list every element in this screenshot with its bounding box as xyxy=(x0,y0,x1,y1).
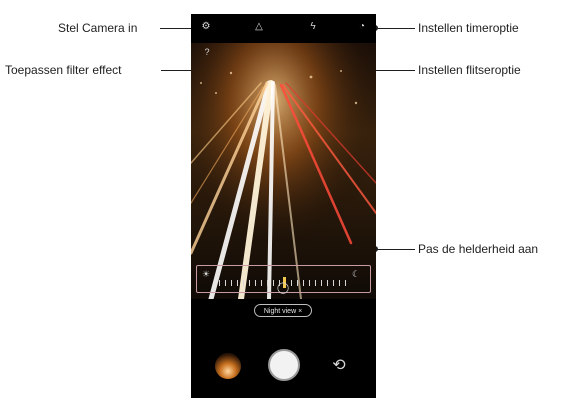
gallery-thumbnail[interactable] xyxy=(215,353,241,379)
focus-indicator-icon: ◯ xyxy=(276,282,290,294)
night-view-chip[interactable]: Night view × xyxy=(254,304,312,317)
help-icon[interactable]: ? xyxy=(202,47,212,57)
callout-settings: Stel Camera in xyxy=(58,21,138,35)
callout-filter: Toepassen filter effect xyxy=(5,63,122,77)
callout-brightness-line xyxy=(376,249,415,250)
gear-icon[interactable]: ⚙ xyxy=(200,22,212,32)
viewfinder[interactable]: ? ☀ ☾ ◯ xyxy=(191,43,376,299)
camera-screen: ⚙ △ ϟ ◔ ? ☀ ☾ ◯ Night view × ⟲ xyxy=(191,14,376,398)
camera-top-bar: ⚙ △ ϟ ◔ xyxy=(191,14,376,43)
callout-settings-line xyxy=(160,28,193,29)
callout-timer: Instellen timeroptie xyxy=(418,21,519,35)
switch-camera-icon[interactable]: ⟲ xyxy=(329,356,349,376)
callout-brightness: Pas de helderheid aan xyxy=(418,242,539,256)
timer-icon[interactable]: ◔ xyxy=(356,22,368,32)
shutter-button[interactable] xyxy=(268,349,300,381)
callout-timer-line xyxy=(377,28,415,29)
filter-icon[interactable]: △ xyxy=(253,22,265,32)
sun-icon: ☀ xyxy=(201,269,211,279)
callout-flash: Instellen flitseroptie xyxy=(418,63,521,77)
moon-icon: ☾ xyxy=(351,269,361,279)
night-highway-image xyxy=(191,43,376,299)
flash-off-icon[interactable]: ϟ xyxy=(307,22,319,32)
